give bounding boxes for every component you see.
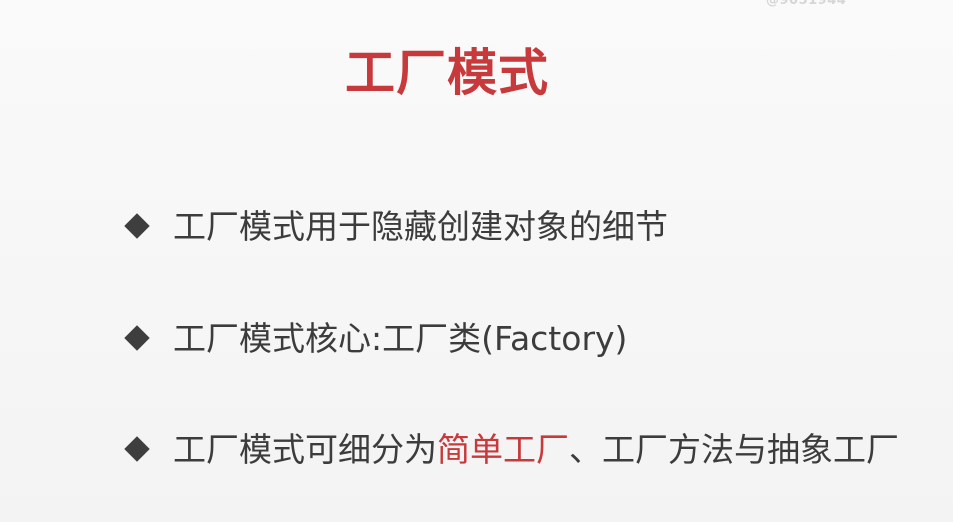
highlighted-term: 简单工厂 bbox=[437, 429, 569, 469]
diamond-icon bbox=[124, 436, 150, 462]
slide: @9051944 工厂模式 工厂模式用于隐藏创建对象的细节 工厂模式核心:工厂类… bbox=[0, 0, 953, 522]
slide-title: 工厂模式 bbox=[345, 44, 549, 102]
bullet-text: 工厂模式用于隐藏创建对象的细节 bbox=[173, 206, 668, 246]
diamond-icon bbox=[124, 213, 150, 239]
bullet-text-after: 、工厂方法与抽象工厂 bbox=[569, 429, 899, 469]
bullet-item: 工厂模式用于隐藏创建对象的细节 bbox=[120, 204, 668, 248]
watermark-text: @9051944 bbox=[766, 0, 847, 8]
bullet-text: 工厂模式可细分为简单工厂、工厂方法与抽象工厂 bbox=[173, 433, 899, 466]
bullet-text-before: 工厂模式可细分为 bbox=[173, 429, 437, 469]
bullet-item: 工厂模式可细分为简单工厂、工厂方法与抽象工厂 bbox=[120, 427, 899, 471]
diamond-icon bbox=[124, 325, 150, 351]
bullet-text: 工厂模式核心:工厂类(Factory) bbox=[173, 318, 628, 358]
bullet-item: 工厂模式核心:工厂类(Factory) bbox=[120, 316, 627, 360]
